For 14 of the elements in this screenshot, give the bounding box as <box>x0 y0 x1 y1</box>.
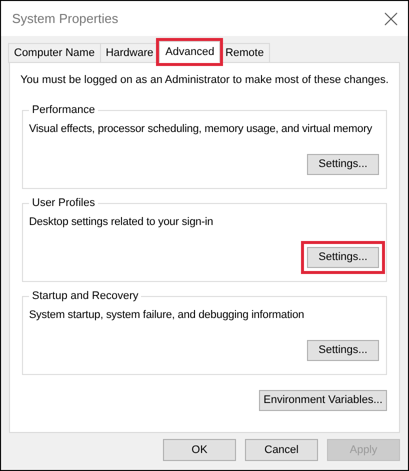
notice-text: You must be logged on as an Administrator to make most of these changes. <box>20 73 389 88</box>
settings-button[interactable]: Settings... <box>307 340 379 360</box>
close-icon[interactable] <box>384 12 398 26</box>
window-title: System Properties <box>12 10 118 28</box>
group-description: Desktop settings related to your sign-in <box>29 214 214 230</box>
settings-button[interactable]: Settings... <box>307 246 379 268</box>
dialog-button[interactable]: Cancel <box>245 439 318 461</box>
settings-button[interactable]: Settings... <box>307 154 379 174</box>
tab[interactable]: Advanced <box>159 41 220 63</box>
group-description: Visual effects, processor scheduling, memory usage, and virtual memory <box>29 122 372 136</box>
dialog-button[interactable]: OK <box>163 439 236 461</box>
tab[interactable]: Computer Name <box>8 43 101 63</box>
group-description: System startup, system failure, and debugging information <box>29 308 304 322</box>
environment-variables-button[interactable]: Environment Variables... <box>259 390 387 410</box>
